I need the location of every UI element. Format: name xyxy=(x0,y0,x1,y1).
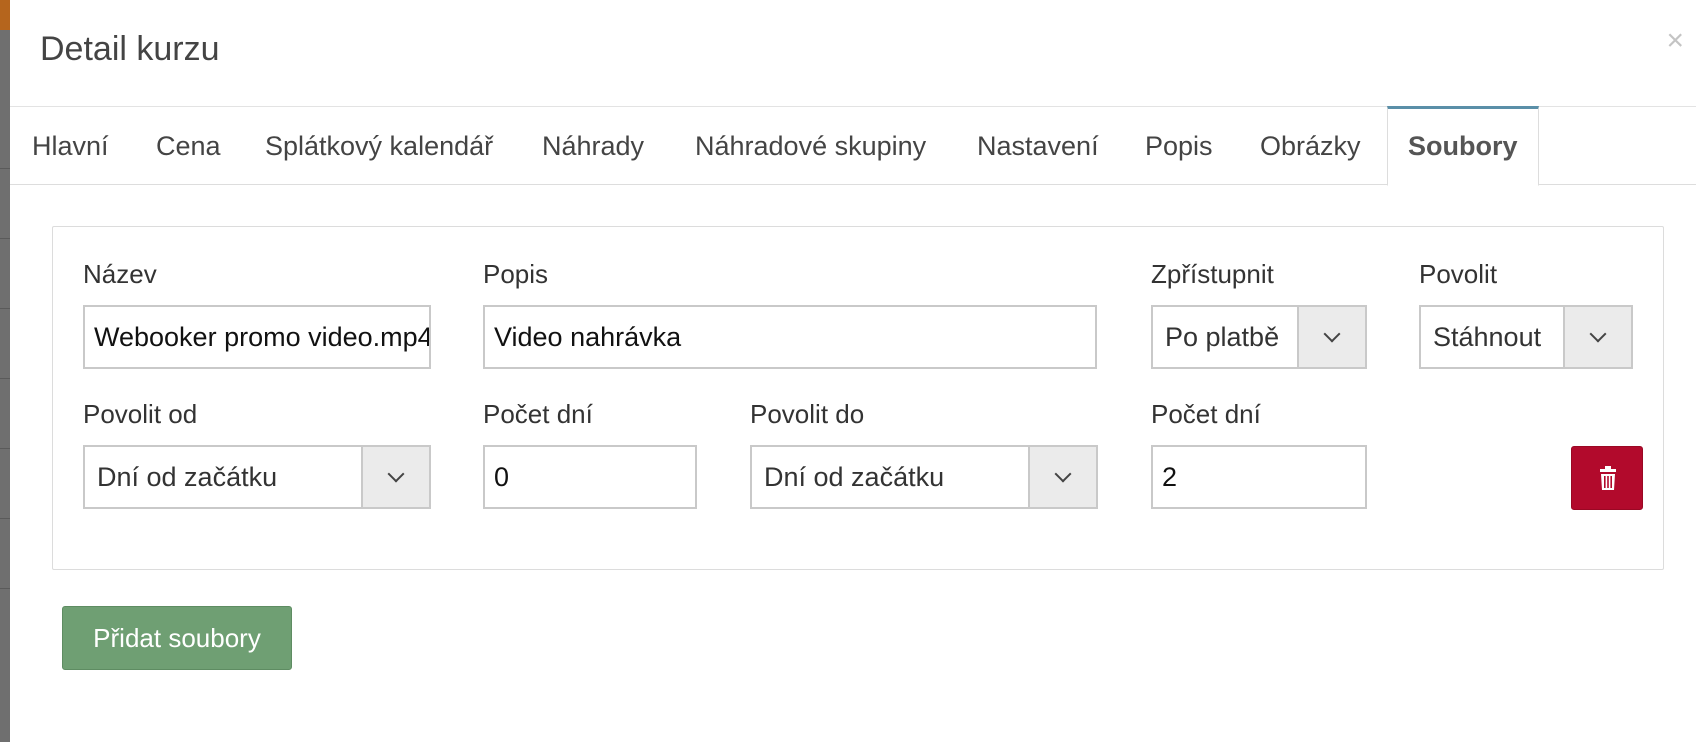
access-select[interactable]: Po platbě xyxy=(1151,305,1367,369)
access-dropdown-toggle[interactable] xyxy=(1297,307,1365,367)
tab-nastaveni[interactable]: Nastavení xyxy=(977,107,1099,185)
tab-bar: Hlavní Cena Splátkový kalendář Náhrady N… xyxy=(10,106,1696,186)
days-to-label: Počet dní xyxy=(1151,399,1261,429)
allow-dropdown-toggle[interactable] xyxy=(1563,307,1631,367)
allow-select-value: Stáhnout xyxy=(1433,322,1542,352)
tab-soubory[interactable]: Soubory xyxy=(1387,106,1539,186)
close-icon[interactable]: × xyxy=(1666,26,1684,56)
add-files-button[interactable]: Přidat soubory xyxy=(62,606,292,670)
tab-popis[interactable]: Popis xyxy=(1145,107,1213,185)
tab-obrazky[interactable]: Obrázky xyxy=(1260,107,1361,185)
allow-to-select[interactable]: Dní od začátku xyxy=(750,445,1098,509)
days-from-input[interactable]: 0 xyxy=(483,445,697,509)
delete-file-button[interactable] xyxy=(1571,446,1643,510)
chevron-down-icon xyxy=(1054,465,1072,483)
allow-from-dropdown-toggle[interactable] xyxy=(361,447,429,507)
modal-header: Detail kurzu × xyxy=(10,0,1696,107)
description-label: Popis xyxy=(483,259,549,289)
tab-nahradove-skupiny[interactable]: Náhradové skupiny xyxy=(695,107,926,185)
allow-to-select-value: Dní od začátku xyxy=(764,462,945,492)
chevron-down-icon xyxy=(1589,325,1607,343)
modal-title: Detail kurzu xyxy=(40,30,220,68)
allow-from-label: Povolit od xyxy=(83,399,198,429)
days-to-input[interactable]: 2 xyxy=(1151,445,1367,509)
access-label: Zpřístupnit xyxy=(1151,259,1274,289)
allow-label: Povolit xyxy=(1419,259,1498,289)
trash-icon xyxy=(1600,466,1616,490)
allow-to-label: Povolit do xyxy=(750,399,865,429)
tab-nahrady[interactable]: Náhrady xyxy=(542,107,644,185)
access-select-value: Po platbě xyxy=(1165,322,1280,352)
name-label: Název xyxy=(83,259,157,289)
allow-from-select-value: Dní od začátku xyxy=(97,462,278,492)
tab-hlavni[interactable]: Hlavní xyxy=(32,107,109,185)
course-detail-modal: Detail kurzu × Hlavní Cena Splátkový kal… xyxy=(10,0,1696,742)
tab-cena[interactable]: Cena xyxy=(156,107,221,185)
tab-splatkovy-kalendar[interactable]: Splátkový kalendář xyxy=(265,107,493,185)
allow-select[interactable]: Stáhnout xyxy=(1419,305,1633,369)
allow-to-dropdown-toggle[interactable] xyxy=(1028,447,1096,507)
allow-from-select[interactable]: Dní od začátku xyxy=(83,445,431,509)
chevron-down-icon xyxy=(1323,325,1341,343)
description-input[interactable]: Video nahrávka xyxy=(483,305,1097,369)
days-from-label: Počet dní xyxy=(483,399,593,429)
chevron-down-icon xyxy=(387,465,405,483)
name-input[interactable]: Webooker promo video.mp4 xyxy=(83,305,431,369)
file-panel: Název Webooker promo video.mp4 Popis Vid… xyxy=(52,226,1664,570)
